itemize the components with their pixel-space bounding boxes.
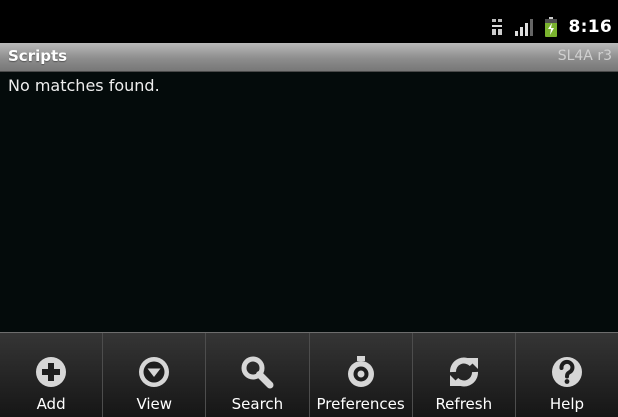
app-version: SL4A r3 [557,48,612,64]
preferences-label: Preferences [316,395,405,413]
add-button[interactable]: Add [0,333,104,417]
refresh-button[interactable]: Refresh [413,333,516,417]
preferences-button[interactable]: Preferences [310,333,413,417]
search-button[interactable]: Search [206,333,310,417]
data-transfer-icon [491,18,503,36]
script-list: No matches found. [0,72,618,332]
help-button[interactable]: Help [516,333,618,417]
status-icons: 8:16 [491,16,612,38]
preferences-icon [347,356,374,387]
page-title: Scripts [8,47,68,65]
clock: 8:16 [568,17,612,37]
help-label: Help [549,395,585,413]
title-bar: Scripts SL4A r3 [0,43,618,72]
battery-charging-icon [544,17,557,37]
refresh-label: Refresh [435,395,493,413]
refresh-icon [449,357,478,387]
status-bar: 8:16 [0,0,618,43]
search-icon [241,356,274,389]
signal-strength-icon [514,18,533,36]
add-icon [36,357,67,387]
view-label: View [136,395,173,413]
help-icon [551,357,582,387]
empty-message: No matches found. [8,76,160,95]
add-label: Add [36,395,66,413]
view-icon [139,357,170,387]
search-label: Search [231,395,284,413]
options-menu: Add View Search Preferences Refresh Help [0,332,618,417]
view-button[interactable]: View [103,333,207,417]
